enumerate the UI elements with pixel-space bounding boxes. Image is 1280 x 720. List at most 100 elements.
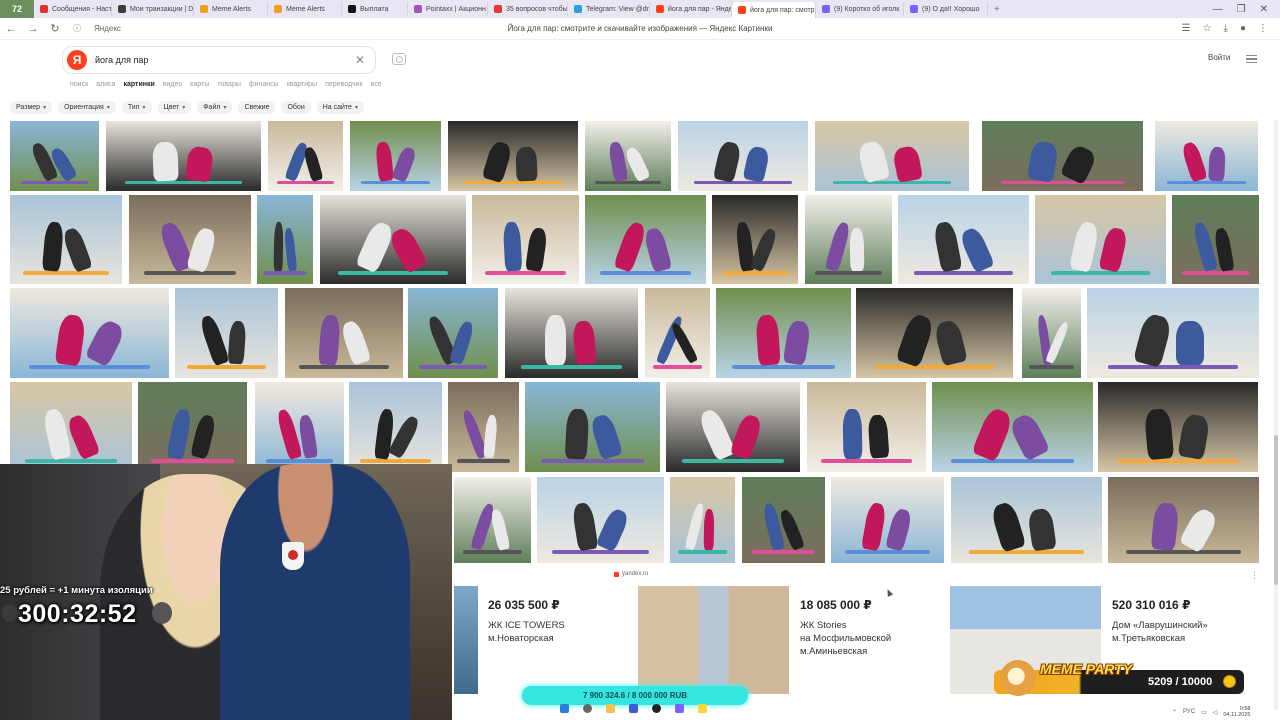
image-thumbnail[interactable] [982,121,1143,191]
image-thumbnail[interactable] [320,195,466,284]
image-thumbnail[interactable] [1022,288,1081,378]
image-thumbnail[interactable] [712,195,798,284]
tab-count-badge[interactable]: 72 [0,0,34,18]
back-icon[interactable]: ← [0,23,22,35]
image-thumbnail[interactable] [129,195,251,284]
image-thumbnail[interactable] [349,382,442,472]
image-thumbnail[interactable] [350,121,441,191]
image-thumbnail[interactable] [138,382,247,472]
image-thumbnail[interactable] [472,195,579,284]
download-icon[interactable]: ⤓ [1224,23,1228,34]
service-tab[interactable]: видео [163,81,183,88]
browser-taskbar-icon[interactable] [629,704,638,713]
image-thumbnail[interactable] [1035,195,1166,284]
minimize-icon[interactable]: — [1213,4,1223,15]
search-icon[interactable] [583,704,592,713]
ad-options-icon[interactable]: ⋮ [1250,570,1259,581]
image-thumbnail[interactable] [805,195,892,284]
ad-image-stories[interactable] [638,586,789,694]
image-thumbnail[interactable] [856,288,1013,378]
image-thumbnail[interactable] [1172,195,1259,284]
file-explorer-icon[interactable] [606,704,615,713]
image-thumbnail[interactable] [106,121,261,191]
browser-tab[interactable]: Сообщения - Настрой [34,2,112,16]
more-icon[interactable]: ⋮ [1258,23,1268,34]
image-thumbnail[interactable] [585,121,671,191]
profile-icon[interactable]: ● [1240,23,1246,34]
windows-start-icon[interactable] [560,704,569,713]
filter-chip[interactable]: Свежие [238,101,276,114]
image-thumbnail[interactable] [537,477,664,563]
forward-icon[interactable]: → [22,23,44,35]
image-thumbnail[interactable] [505,288,638,378]
filter-chip[interactable]: Обои [281,101,311,114]
browser-tab[interactable]: йога для пар: смотр✕ [732,2,816,18]
service-tab[interactable]: все [371,81,382,88]
ad-name[interactable]: ЖК ICE TOWERS [488,619,565,632]
clear-search-icon[interactable]: ✕ [355,53,365,67]
image-thumbnail[interactable] [951,477,1102,563]
browser-tab[interactable]: (9) Коротко об иголк [816,2,904,16]
image-thumbnail[interactable] [716,288,851,378]
image-thumbnail[interactable] [268,121,343,191]
image-thumbnail[interactable] [1108,477,1259,563]
image-thumbnail[interactable] [408,288,498,378]
search-input[interactable] [95,55,345,65]
image-thumbnail[interactable] [454,477,531,563]
browser-tab[interactable]: Meme Alerts [194,2,268,16]
image-thumbnail[interactable] [742,477,825,563]
image-thumbnail[interactable] [448,121,578,191]
network-icon[interactable]: ▭ [1201,709,1207,716]
ad-price[interactable]: 520 310 016 ₽ [1112,598,1190,612]
tray-chevron-icon[interactable]: ⌃ [1172,709,1177,716]
maximize-icon[interactable]: ❐ [1237,4,1246,15]
image-thumbnail[interactable] [175,288,278,378]
browser-tab[interactable]: Pointaxx | Акционн и [408,2,488,16]
image-thumbnail[interactable] [807,382,926,472]
image-thumbnail[interactable] [932,382,1093,472]
browser-tab[interactable]: Мои транзакции | Don [112,2,194,16]
language-indicator[interactable]: РУС [1183,709,1195,715]
ad-source[interactable]: yandex.ru [614,571,648,577]
scrollbar[interactable] [1274,120,1278,710]
image-thumbnail[interactable] [815,121,969,191]
browser-tab[interactable]: Telegram: View @dmc [568,2,650,16]
scroll-thumb[interactable] [1274,435,1278,585]
obs-icon[interactable] [652,704,661,713]
lock-icon[interactable]: ⓘ [66,23,88,34]
volume-icon[interactable]: ◁ [1213,709,1218,716]
browser-tab[interactable]: Выплата [342,2,408,16]
image-thumbnail[interactable] [10,288,169,378]
service-tab[interactable]: алиса [96,81,115,88]
image-thumbnail[interactable] [1155,121,1258,191]
service-tab[interactable]: поиск [70,81,88,88]
service-tab[interactable]: финансы [249,81,279,88]
browser-tab[interactable]: 35 вопросов чтобы к [488,2,568,16]
browser-tab[interactable]: (9) О да!! Хорошо [904,2,988,16]
image-thumbnail[interactable] [257,195,313,284]
bookmark-icon[interactable]: ☆ [1203,23,1212,34]
extensions-icon[interactable]: ☰ [1182,23,1191,34]
reload-icon[interactable]: ↻ [44,22,66,35]
image-thumbnail[interactable] [1087,288,1259,378]
close-window-icon[interactable]: ✕ [1260,4,1268,15]
image-thumbnail[interactable] [831,477,944,563]
ad-price[interactable]: 26 035 500 ₽ [488,598,560,612]
filter-chip[interactable]: Файл ▾ [197,101,233,114]
service-tab[interactable]: переводчик [325,81,363,88]
new-tab-button[interactable]: + [994,4,1000,15]
image-thumbnail[interactable] [898,195,1029,284]
ad-name[interactable]: Дом «Лаврушинский» [1112,619,1208,632]
filter-chip[interactable]: Размер ▾ [10,101,53,114]
service-tab[interactable]: товары [217,81,240,88]
filter-chip[interactable]: На сайте ▾ [316,101,364,114]
browser-tab[interactable]: Meme Alerts [268,2,342,16]
image-thumbnail[interactable] [678,121,808,191]
filter-chip[interactable]: Ориентация ▾ [58,101,116,114]
image-thumbnail[interactable] [670,477,735,563]
image-thumbnail[interactable] [585,195,706,284]
filter-chip[interactable]: Цвет ▾ [157,101,192,114]
image-thumbnail[interactable] [10,121,99,191]
camera-search-icon[interactable] [392,53,406,65]
hamburger-menu-icon[interactable] [1246,55,1257,63]
